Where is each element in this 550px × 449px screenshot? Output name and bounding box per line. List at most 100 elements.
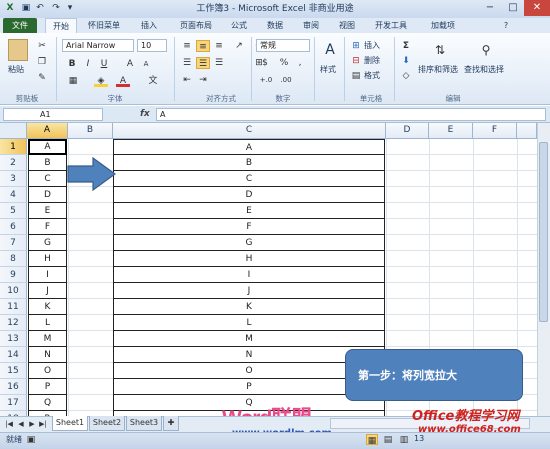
align-top-icon[interactable]: ≡: [180, 40, 194, 52]
format-cells-icon[interactable]: ▤: [350, 70, 362, 81]
cell-c[interactable]: D: [113, 187, 385, 203]
insert-function-button[interactable]: fx: [140, 108, 156, 121]
row-header[interactable]: 1: [0, 139, 27, 155]
align-center-icon[interactable]: ☰: [196, 57, 210, 69]
close-button[interactable]: ✕: [524, 0, 550, 16]
currency-icon[interactable]: $: [258, 57, 272, 69]
delete-cells-button[interactable]: 删除: [364, 55, 380, 66]
cell-c[interactable]: J: [113, 283, 385, 299]
cell-a[interactable]: M: [28, 331, 67, 347]
page-layout-view-icon[interactable]: ▤: [382, 434, 394, 445]
phonetic-icon[interactable]: 文: [146, 75, 160, 87]
format-painter-icon[interactable]: ✎: [36, 72, 48, 84]
align-middle-icon[interactable]: ≡: [196, 40, 210, 52]
cell-a[interactable]: I: [28, 267, 67, 283]
borders-icon[interactable]: ▦: [66, 75, 80, 87]
increase-decimal-icon[interactable]: +.0: [258, 74, 274, 86]
decrease-indent-icon[interactable]: ⇤: [180, 74, 194, 86]
tab-addins[interactable]: 加载项: [424, 18, 462, 33]
insert-cells-icon[interactable]: ⊞: [350, 40, 362, 51]
paste-button[interactable]: 粘贴: [8, 64, 24, 75]
cell-a[interactable]: D: [28, 187, 67, 203]
cell-c[interactable]: A: [113, 139, 385, 155]
zoom-level[interactable]: 13: [414, 434, 424, 443]
cell-c[interactable]: K: [113, 299, 385, 315]
cell-a[interactable]: C: [28, 171, 67, 187]
sheet-tab-sheet3[interactable]: Sheet3: [126, 416, 162, 431]
cell-a[interactable]: P: [28, 379, 67, 395]
copy-icon[interactable]: ❐: [36, 56, 48, 68]
row-header[interactable]: 15: [0, 363, 27, 379]
row-header[interactable]: 12: [0, 315, 27, 331]
sort-filter-icon[interactable]: ⇅: [430, 40, 450, 60]
italic-icon[interactable]: I: [82, 58, 94, 70]
styles-button[interactable]: 样式: [320, 64, 336, 75]
first-sheet-icon[interactable]: |◀: [4, 418, 14, 429]
macro-record-icon[interactable]: ▣: [24, 434, 38, 445]
column-header-g[interactable]: [517, 123, 537, 139]
cell-c[interactable]: I: [113, 267, 385, 283]
bold-icon[interactable]: B: [66, 58, 78, 70]
row-header[interactable]: 6: [0, 219, 27, 235]
cut-icon[interactable]: ✂: [36, 40, 48, 52]
page-break-view-icon[interactable]: ▥: [398, 434, 410, 445]
tab-classic-menu[interactable]: 怀旧菜单: [82, 18, 126, 33]
autosum-icon[interactable]: Σ: [400, 40, 412, 51]
row-header[interactable]: 16: [0, 379, 27, 395]
cell-a[interactable]: L: [28, 315, 67, 331]
percent-button[interactable]: %: [278, 57, 290, 69]
orientation-icon[interactable]: ↗: [232, 40, 246, 52]
row-header[interactable]: 3: [0, 171, 27, 187]
name-box[interactable]: A1: [3, 108, 103, 121]
delete-cells-icon[interactable]: ⊟: [350, 55, 362, 66]
row-header[interactable]: 7: [0, 235, 27, 251]
cell-a[interactable]: H: [28, 251, 67, 267]
sort-filter-button[interactable]: 排序和筛选: [418, 64, 458, 75]
cell-a[interactable]: Q: [28, 395, 67, 411]
row-header[interactable]: 14: [0, 347, 27, 363]
select-all-button[interactable]: [0, 123, 27, 139]
number-format-select[interactable]: 常规: [256, 39, 310, 52]
grow-font-icon[interactable]: A: [124, 58, 136, 70]
styles-icon[interactable]: A: [322, 40, 338, 60]
find-select-icon[interactable]: ⚲: [476, 40, 496, 60]
tab-review[interactable]: 审阅: [297, 18, 325, 33]
last-sheet-icon[interactable]: ▶|: [37, 418, 49, 429]
font-name-select[interactable]: Arial Narrow: [62, 39, 134, 52]
row-header[interactable]: 13: [0, 331, 27, 347]
minimize-button[interactable]: −: [478, 0, 502, 16]
cell-c[interactable]: E: [113, 203, 385, 219]
cell-c[interactable]: L: [113, 315, 385, 331]
tab-data[interactable]: 数据: [261, 18, 289, 33]
row-header[interactable]: 11: [0, 299, 27, 315]
cell-c[interactable]: C: [113, 171, 385, 187]
fill-color-icon[interactable]: ◈: [94, 75, 108, 87]
align-bottom-icon[interactable]: ≡: [212, 40, 226, 52]
tab-developer[interactable]: 开发工具: [366, 18, 416, 33]
cell-a[interactable]: K: [28, 299, 67, 315]
tab-file[interactable]: 文件: [3, 18, 37, 33]
tab-home[interactable]: 开始: [45, 18, 77, 33]
tab-formulas[interactable]: 公式: [225, 18, 253, 33]
cell-a[interactable]: G: [28, 235, 67, 251]
cell-a[interactable]: O: [28, 363, 67, 379]
column-header-b[interactable]: B: [68, 123, 113, 139]
maximize-button[interactable]: □: [502, 0, 524, 16]
help-icon[interactable]: ?: [500, 18, 512, 33]
decrease-decimal-icon[interactable]: .00: [278, 74, 294, 86]
row-header[interactable]: 8: [0, 251, 27, 267]
increase-indent-icon[interactable]: ⇥: [196, 74, 210, 86]
column-header-f[interactable]: F: [473, 123, 517, 139]
tab-view[interactable]: 视图: [333, 18, 361, 33]
column-header-c[interactable]: C: [113, 123, 386, 139]
clear-icon[interactable]: ◇: [400, 70, 412, 81]
new-sheet-icon[interactable]: ✚: [163, 416, 179, 431]
next-sheet-icon[interactable]: ▶: [27, 418, 37, 429]
cell-a[interactable]: B: [28, 155, 67, 171]
cell-a[interactable]: J: [28, 283, 67, 299]
font-color-icon[interactable]: A: [116, 75, 130, 87]
format-cells-button[interactable]: 格式: [364, 70, 380, 81]
tab-insert[interactable]: 插入: [135, 18, 163, 33]
sheet-tab-sheet2[interactable]: Sheet2: [89, 416, 125, 431]
cell-c[interactable]: B: [113, 155, 385, 171]
